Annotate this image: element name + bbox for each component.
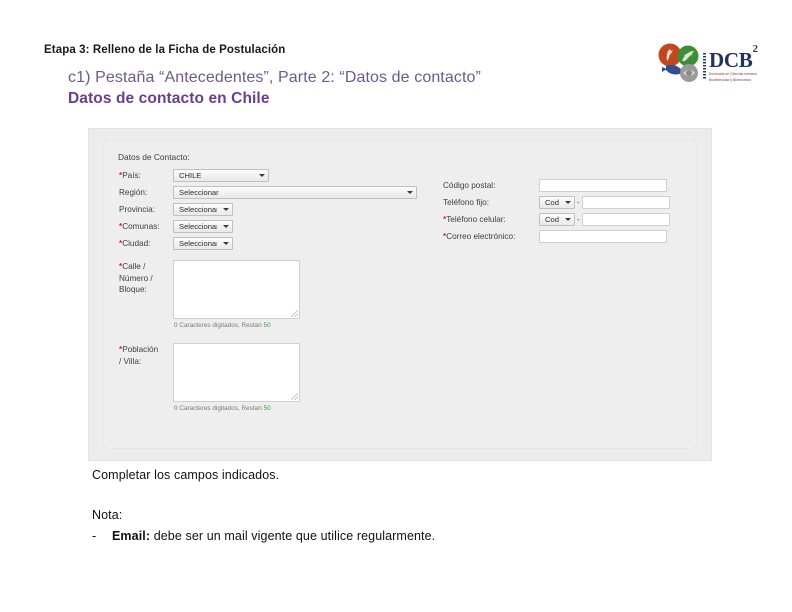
bullet-dash: - bbox=[92, 529, 97, 543]
logo-emblem-icon bbox=[656, 42, 702, 91]
nota-bullet-email: - Email: debe ser un mail vigente que ut… bbox=[92, 529, 708, 543]
logo-wordmark: DCB2 Doctorado en Ciencias mención Biodi… bbox=[709, 44, 758, 82]
select-telefono-fijo-codigo[interactable]: Cod bbox=[539, 196, 575, 209]
resize-grip-icon[interactable] bbox=[291, 310, 298, 317]
form-column-right: Código postal: Teléfono fijo: Cod - *Tel… bbox=[417, 167, 686, 245]
textarea-calle[interactable] bbox=[173, 260, 300, 319]
resize-grip-icon[interactable] bbox=[291, 393, 298, 400]
logo-superscript: 2 bbox=[752, 43, 758, 56]
form-inner-panel: Datos de Contacto: *País: CHILE Región: bbox=[103, 140, 697, 449]
dcb-logo: DCB2 Doctorado en Ciencias mención Biodi… bbox=[656, 42, 768, 90]
select-telefono-fijo-codigo-value: Cod bbox=[545, 198, 559, 207]
label-codigo-postal: Código postal: bbox=[443, 181, 496, 190]
field-row-telefono-fijo: Teléfono fijo: Cod - bbox=[443, 194, 686, 211]
logo-tagline-2: Biodiversidad y Biorecursos bbox=[709, 77, 752, 82]
calle-input-stack: 0 Caracteres digitados, Restan 50 bbox=[173, 260, 300, 329]
select-comunas-value: Seleccionar bbox=[179, 222, 217, 231]
chevron-down-icon bbox=[259, 174, 265, 177]
input-correo-electronico[interactable] bbox=[539, 230, 667, 243]
field-row-pais: *País: CHILE bbox=[117, 167, 417, 184]
select-provincia[interactable]: Seleccionar bbox=[173, 203, 233, 216]
select-ciudad[interactable]: Seleccionar bbox=[173, 237, 233, 250]
select-telefono-celular-codigo[interactable]: Cod bbox=[539, 213, 575, 226]
phone-separator: - bbox=[577, 198, 580, 207]
poblacion-input-stack: 0 Caracteres digitados, Restan 50 bbox=[173, 343, 300, 412]
chevron-down-icon bbox=[565, 201, 571, 204]
label-telefono-celular: *Teléfono celular: bbox=[443, 215, 506, 224]
logo-tagline-1: Doctorado en Ciencias mención bbox=[709, 71, 758, 76]
label-pais: *País: bbox=[119, 171, 141, 180]
field-group-poblacion: *Población / Villa: 0 Caracteres digitad… bbox=[117, 343, 417, 412]
field-group-calle: *Calle / Número / Bloque: 0 Caracteres d… bbox=[117, 260, 417, 329]
notes-section: Completar los campos indicados. Nota: - … bbox=[88, 468, 708, 543]
field-row-ciudad: *Ciudad: Seleccionar bbox=[117, 235, 417, 252]
label-poblacion: *Población / Villa: bbox=[119, 345, 159, 366]
select-telefono-celular-codigo-value: Cod bbox=[545, 215, 559, 224]
chevron-down-icon bbox=[223, 208, 229, 211]
label-comunas: *Comunas: bbox=[119, 222, 160, 231]
field-row-comunas: *Comunas: Seleccionar bbox=[117, 218, 417, 235]
select-pais-value: CHILE bbox=[179, 171, 202, 180]
phone-separator: - bbox=[577, 215, 580, 224]
label-correo: *Correo electrónico: bbox=[443, 232, 516, 241]
select-ciudad-value: Seleccionar bbox=[179, 239, 217, 248]
form-section-title: Datos de Contacto: bbox=[118, 152, 190, 162]
label-calle: *Calle / Número / Bloque: bbox=[119, 262, 153, 294]
select-pais[interactable]: CHILE bbox=[173, 169, 269, 182]
counter-poblacion: 0 Caracteres digitados, Restan 50 bbox=[174, 405, 271, 412]
counter-calle: 0 Caracteres digitados, Restan 50 bbox=[174, 322, 271, 329]
nota-bullet-text: Email: debe ser un mail vigente que util… bbox=[112, 529, 436, 543]
select-region[interactable]: Seleccionar bbox=[173, 186, 417, 199]
select-provincia-value: Seleccionar bbox=[179, 205, 217, 214]
field-row-correo: *Correo electrónico: bbox=[443, 228, 686, 245]
chevron-down-icon bbox=[223, 225, 229, 228]
logo-divider bbox=[703, 53, 706, 79]
contact-form: Datos de Contacto: *País: CHILE Región: bbox=[117, 152, 686, 442]
page-title: Etapa 3: Relleno de la Ficha de Postulac… bbox=[44, 44, 286, 56]
instruction-text: Completar los campos indicados. bbox=[92, 468, 280, 482]
input-telefono-fijo[interactable] bbox=[581, 196, 670, 209]
chevron-down-icon bbox=[223, 242, 229, 245]
field-row-region: Región: Seleccionar bbox=[117, 184, 417, 201]
form-column-left: *País: CHILE Región: Seleccionar Provinc… bbox=[117, 167, 417, 412]
input-codigo-postal[interactable] bbox=[539, 179, 667, 192]
input-telefono-celular[interactable] bbox=[581, 213, 670, 226]
select-region-value: Seleccionar bbox=[179, 188, 219, 197]
nota-title: Nota: bbox=[92, 508, 123, 522]
form-screenshot-panel: Datos de Contacto: *País: CHILE Región: bbox=[88, 128, 712, 461]
subtitle-section: Datos de contacto en Chile bbox=[68, 90, 270, 107]
slide-header: Etapa 3: Relleno de la Ficha de Postulac… bbox=[44, 44, 644, 108]
field-row-codigo-postal: Código postal: bbox=[443, 177, 686, 194]
chevron-down-icon bbox=[407, 191, 413, 194]
label-ciudad: *Ciudad: bbox=[119, 239, 151, 248]
field-row-provincia: Provincia: Seleccionar bbox=[117, 201, 417, 218]
logo-name: DCB bbox=[709, 47, 753, 72]
subtitle-block: c1) Pestaña “Antecedentes”, Parte 2: “Da… bbox=[68, 69, 644, 108]
nota-block: Nota: - Email: debe ser un mail vigente … bbox=[92, 508, 708, 543]
textarea-poblacion[interactable] bbox=[173, 343, 300, 402]
chevron-down-icon bbox=[565, 218, 571, 221]
field-row-telefono-celular: *Teléfono celular: Cod - bbox=[443, 211, 686, 228]
label-region: Región: bbox=[119, 188, 148, 197]
select-comunas[interactable]: Seleccionar bbox=[173, 220, 233, 233]
label-provincia: Provincia: bbox=[119, 205, 155, 214]
subtitle-step: c1) Pestaña “Antecedentes”, Parte 2: “Da… bbox=[68, 69, 481, 86]
label-telefono-fijo: Teléfono fijo: bbox=[443, 198, 489, 207]
